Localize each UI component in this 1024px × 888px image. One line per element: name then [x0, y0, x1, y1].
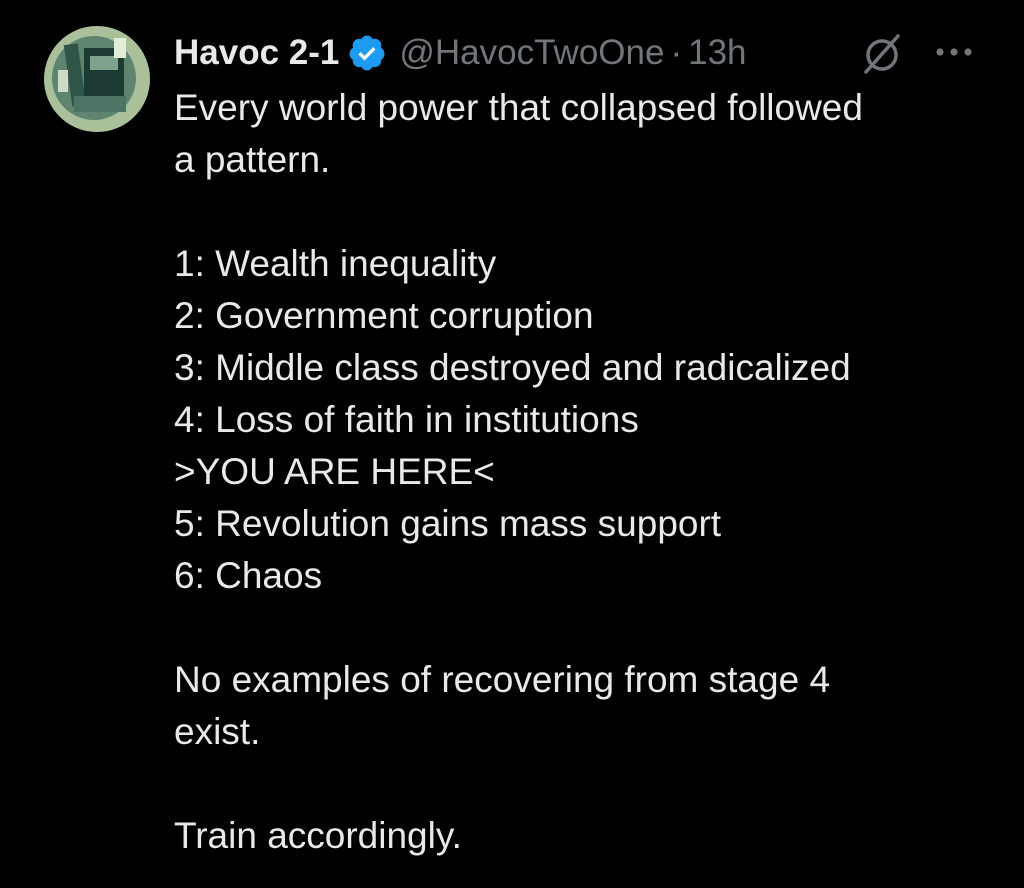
author-handle[interactable]: @HavocTwoOne: [399, 33, 664, 73]
tweet-header: Havoc 2-1 @HavocTwoOne · 13h: [174, 28, 747, 78]
tweet-conclusion-line-2: exist.: [174, 711, 261, 752]
paragraph-break: [174, 758, 1004, 810]
avatar[interactable]: [44, 26, 150, 132]
list-item: 1: Wealth inequality: [174, 243, 497, 284]
you-are-here-marker: >YOU ARE HERE<: [174, 451, 495, 492]
tweet-conclusion-line-1: No examples of recovering from stage 4: [174, 659, 831, 700]
tweet-text: Every world power that collapsed followe…: [174, 82, 1004, 862]
paragraph-break: [174, 186, 1004, 238]
more-options-icon[interactable]: [930, 38, 978, 66]
list-item: 5: Revolution gains mass support: [174, 503, 722, 544]
header-separator: ·: [670, 33, 683, 72]
paragraph-break: [174, 602, 1004, 654]
verified-badge-icon[interactable]: [347, 33, 387, 73]
tweet-closing: Train accordingly.: [174, 815, 462, 856]
list-item: 3: Middle class destroyed and radicalize…: [174, 347, 851, 388]
timestamp[interactable]: 13h: [688, 33, 746, 73]
avatar-image: [44, 26, 150, 132]
list-item: 6: Chaos: [174, 555, 323, 596]
grok-icon[interactable]: [858, 30, 906, 78]
tweet-intro-line-1: Every world power that collapsed followe…: [174, 87, 863, 128]
list-item: 2: Government corruption: [174, 295, 594, 336]
tweet-intro-line-2: a pattern.: [174, 139, 331, 180]
list-item: 4: Loss of faith in institutions: [174, 399, 639, 440]
display-name[interactable]: Havoc 2-1: [174, 33, 339, 73]
